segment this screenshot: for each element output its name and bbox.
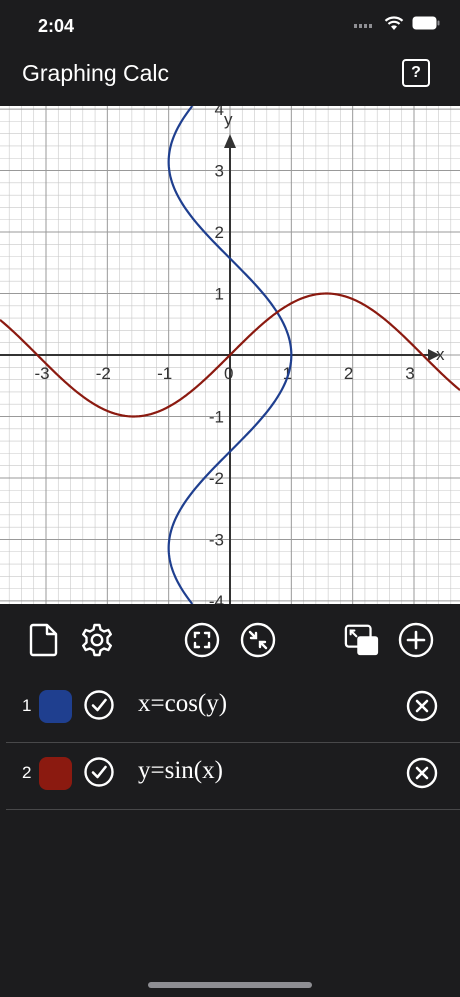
graph-plot[interactable]: xy-3 -2 -1 0 1 2 3-4-3-2-11234 <box>0 106 460 604</box>
settings-button[interactable] <box>79 622 115 658</box>
equation-expression[interactable]: x=cos(y) <box>138 690 227 718</box>
help-icon: ? <box>411 64 421 81</box>
y-tick-label: 2 <box>215 223 224 242</box>
x-tick-label: 0 <box>224 364 233 383</box>
toolbar <box>0 604 460 676</box>
y-tick-label: -3 <box>209 530 224 549</box>
fit-screen-icon <box>184 622 220 658</box>
visibility-check-icon[interactable] <box>84 690 114 720</box>
y-tick-label: 1 <box>215 285 224 304</box>
battery-icon <box>412 16 440 30</box>
equation-color-swatch[interactable] <box>39 690 72 723</box>
delete-icon[interactable] <box>406 757 438 789</box>
gear-icon <box>82 623 112 657</box>
wifi-icon <box>384 16 404 30</box>
status-bar: 2:04 <box>0 0 460 50</box>
nav-bar: Graphing Calc ? <box>0 50 460 106</box>
x-tick-label: 2 <box>344 364 353 383</box>
y-axis-label: y <box>224 110 233 129</box>
x-tick-label: 3 <box>405 364 414 383</box>
x-tick-label: -1 <box>157 364 172 383</box>
y-tick-label: -4 <box>209 592 224 604</box>
fit-to-screen-button[interactable] <box>184 622 220 658</box>
status-icons <box>354 15 440 31</box>
picture-in-picture-button[interactable] <box>344 622 380 658</box>
new-document-button[interactable] <box>26 622 62 658</box>
x-tick-label: -2 <box>96 364 111 383</box>
equation-row-1[interactable]: 1 x=cos(y) <box>6 676 460 743</box>
shrink-button[interactable] <box>240 622 276 658</box>
status-time: 2:04 <box>38 16 75 36</box>
equation-color-swatch[interactable] <box>39 757 72 790</box>
shrink-icon <box>240 622 276 658</box>
plus-circle-icon <box>398 622 434 658</box>
equation-row-2[interactable]: 2 y=sin(x) <box>6 743 460 810</box>
y-tick-label: 3 <box>215 162 224 181</box>
picture-in-picture-icon <box>344 624 379 656</box>
delete-icon[interactable] <box>406 690 438 722</box>
x-tick-label: -3 <box>34 364 49 383</box>
help-button[interactable]: ? <box>402 59 430 87</box>
y-tick-label: -1 <box>209 407 224 426</box>
y-tick-label: 4 <box>215 106 224 119</box>
add-equation-button[interactable] <box>398 622 434 658</box>
equation-list: 1 x=cos(y) 2 y=sin(x) <box>0 676 460 810</box>
graph-canvas[interactable]: x y -3 -2 -1 0 1 2 3 -4 -3 -2 -1 1 2 3 4 <box>0 106 460 604</box>
x-axis-label: x <box>436 345 445 364</box>
equation-expression[interactable]: y=sin(x) <box>138 757 223 785</box>
equation-index: 1 <box>22 696 32 715</box>
home-indicator[interactable] <box>148 982 312 988</box>
signal-icon <box>354 24 372 28</box>
y-axis-arrow <box>224 134 236 148</box>
app-title: Graphing Calc <box>22 60 170 86</box>
equation-index: 2 <box>22 763 32 782</box>
document-icon <box>29 623 58 657</box>
visibility-check-icon[interactable] <box>84 757 114 787</box>
